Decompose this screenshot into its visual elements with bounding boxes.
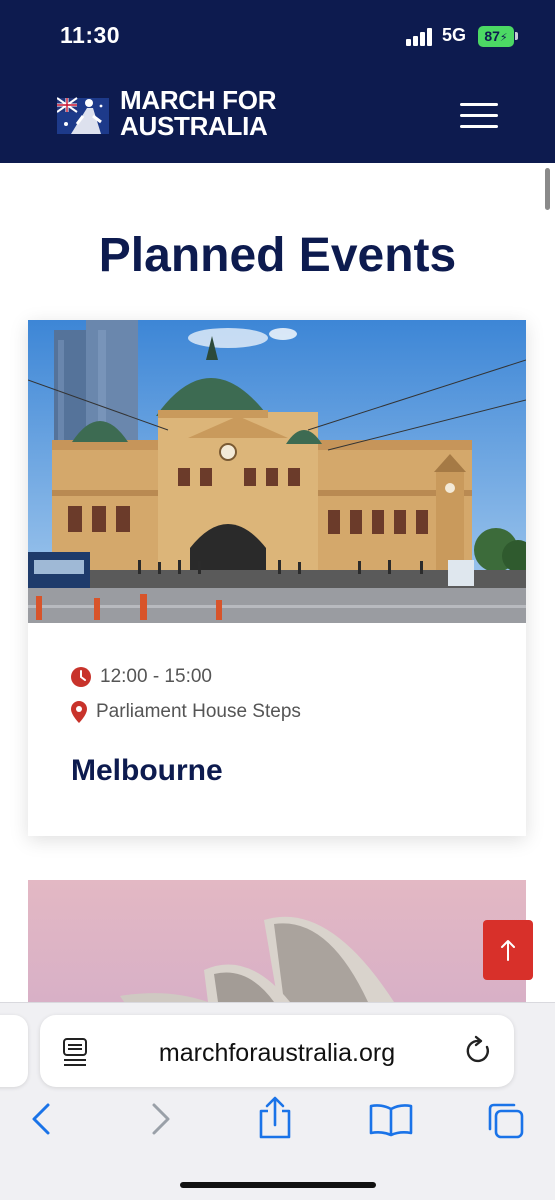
event-time-text: 12:00 - 15:00 <box>100 666 212 687</box>
menu-icon[interactable] <box>460 103 498 129</box>
arrow-up-icon <box>501 940 515 961</box>
brand-line-1: MARCH FOR <box>120 85 277 115</box>
home-indicator[interactable] <box>180 1182 376 1188</box>
signal-icon <box>406 28 434 46</box>
bookmarks-icon[interactable] <box>368 1103 414 1137</box>
browser-toolbar: marchforaustralia.org <box>0 1002 555 1200</box>
previous-tab[interactable] <box>0 1015 28 1087</box>
site-header: 11:30 5G 87⚡ MARCH FOR AUSTRALIA <box>0 0 555 163</box>
scrollbar[interactable] <box>545 168 550 210</box>
url-text: marchforaustralia.org <box>158 1039 396 1067</box>
battery-icon: 87⚡ <box>478 26 514 47</box>
logo-icon[interactable] <box>57 94 109 136</box>
tabs-icon[interactable] <box>486 1101 526 1141</box>
clock-icon <box>71 667 91 687</box>
event-city[interactable]: Melbourne <box>71 754 223 788</box>
event-location-text: Parliament House Steps <box>96 701 301 722</box>
event-image[interactable] <box>28 320 526 623</box>
back-to-top-button[interactable] <box>483 920 533 980</box>
event-card[interactable]: 12:00 - 15:00 Parliament House Steps Mel… <box>28 320 526 836</box>
brand-line-2: AUSTRALIA <box>120 111 268 141</box>
back-icon[interactable] <box>28 1101 54 1137</box>
address-bar[interactable]: marchforaustralia.org <box>40 1015 514 1087</box>
event-image-partial[interactable] <box>28 880 526 1002</box>
battery-level: 87 <box>484 28 500 44</box>
location-pin-icon <box>71 701 87 723</box>
event-card-partial[interactable] <box>28 880 526 1002</box>
event-time: 12:00 - 15:00 <box>71 666 212 688</box>
battery-nub <box>515 32 518 40</box>
network-type: 5G <box>442 25 467 45</box>
forward-icon[interactable] <box>148 1101 174 1137</box>
reload-icon[interactable] <box>464 1035 494 1067</box>
brand-name[interactable]: MARCH FOR AUSTRALIA <box>120 87 276 139</box>
page-title: Planned Events <box>98 229 457 282</box>
event-location: Parliament House Steps <box>71 701 301 723</box>
status-time: 11:30 <box>60 22 121 48</box>
share-icon[interactable] <box>256 1095 294 1139</box>
